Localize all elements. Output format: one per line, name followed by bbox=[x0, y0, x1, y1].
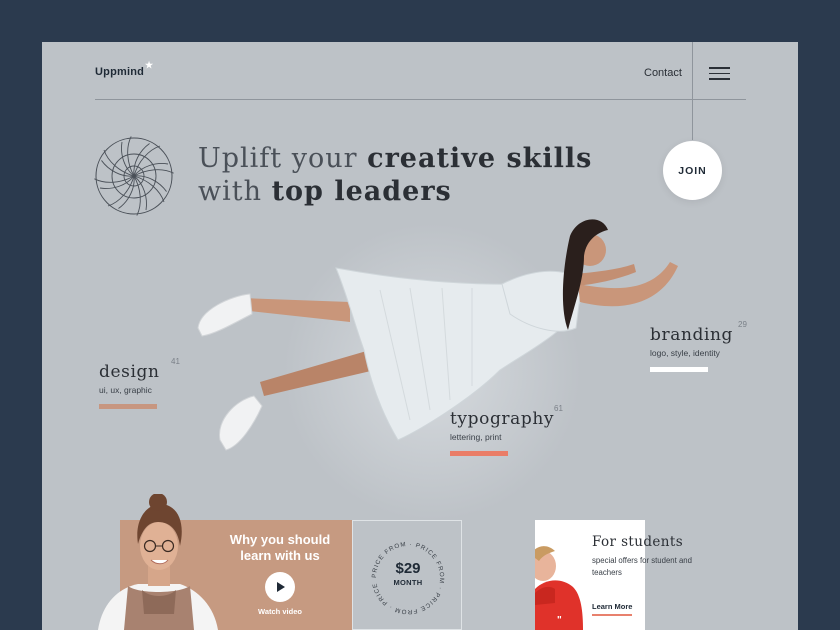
join-button[interactable]: JOIN bbox=[663, 141, 722, 200]
logo-star-icon: ★ bbox=[145, 60, 154, 70]
smiling-woman-image bbox=[98, 494, 218, 630]
learn-more-link[interactable]: Learn More bbox=[592, 602, 633, 616]
price-badge: PRICE FROM · PRICE FROM · PRICE FROM · P… bbox=[352, 520, 462, 630]
category-subtitle: logo, style, identity bbox=[650, 348, 720, 358]
headline-part: top leaders bbox=[271, 176, 452, 207]
menu-divider bbox=[692, 42, 693, 140]
svg-text:": " bbox=[557, 615, 562, 626]
category-title: typography bbox=[450, 409, 555, 429]
flying-woman-image bbox=[197, 219, 678, 451]
category-typography[interactable]: typography 61 lettering, print bbox=[450, 404, 563, 456]
promo-title: Why you should learn with us bbox=[229, 532, 331, 563]
hamburger-icon[interactable] bbox=[709, 67, 730, 80]
students-subtitle: special offers for student and teachers bbox=[592, 556, 692, 577]
category-branding[interactable]: branding 29 logo, style, identity bbox=[650, 320, 747, 372]
category-accent-bar bbox=[650, 367, 708, 372]
category-design[interactable]: design 41 ui, ux, graphic bbox=[99, 357, 180, 409]
category-count: 29 bbox=[738, 320, 747, 329]
category-title: branding bbox=[650, 325, 734, 345]
hero-headline: Uplift your creative skills with top lea… bbox=[198, 142, 592, 208]
category-accent-bar bbox=[99, 404, 157, 409]
price-amount: $29 bbox=[395, 560, 421, 577]
category-count: 41 bbox=[171, 357, 180, 366]
contact-link[interactable]: Contact bbox=[644, 67, 682, 79]
category-subtitle: ui, ux, graphic bbox=[99, 385, 152, 395]
price-period: MONTH bbox=[393, 578, 423, 587]
headline-part: creative skills bbox=[367, 143, 593, 174]
play-icon[interactable] bbox=[265, 572, 295, 602]
watch-video-link[interactable]: Watch video bbox=[230, 607, 330, 616]
landing-page: Uppmind ★ Contact Uplift your creative s… bbox=[42, 42, 798, 630]
logo-text: Uppmind bbox=[95, 66, 145, 78]
rosette-emblem-icon bbox=[94, 136, 174, 216]
category-subtitle: lettering, print bbox=[450, 432, 502, 442]
category-title: design bbox=[99, 362, 160, 382]
logo[interactable]: Uppmind ★ bbox=[95, 60, 153, 78]
category-accent-bar bbox=[450, 451, 508, 456]
headline-part: with bbox=[198, 176, 272, 207]
header-divider bbox=[95, 99, 746, 100]
students-title: For students bbox=[592, 534, 684, 550]
category-count: 61 bbox=[554, 404, 563, 413]
headline-part: Uplift your bbox=[198, 143, 368, 174]
student-image: " bbox=[535, 546, 583, 630]
